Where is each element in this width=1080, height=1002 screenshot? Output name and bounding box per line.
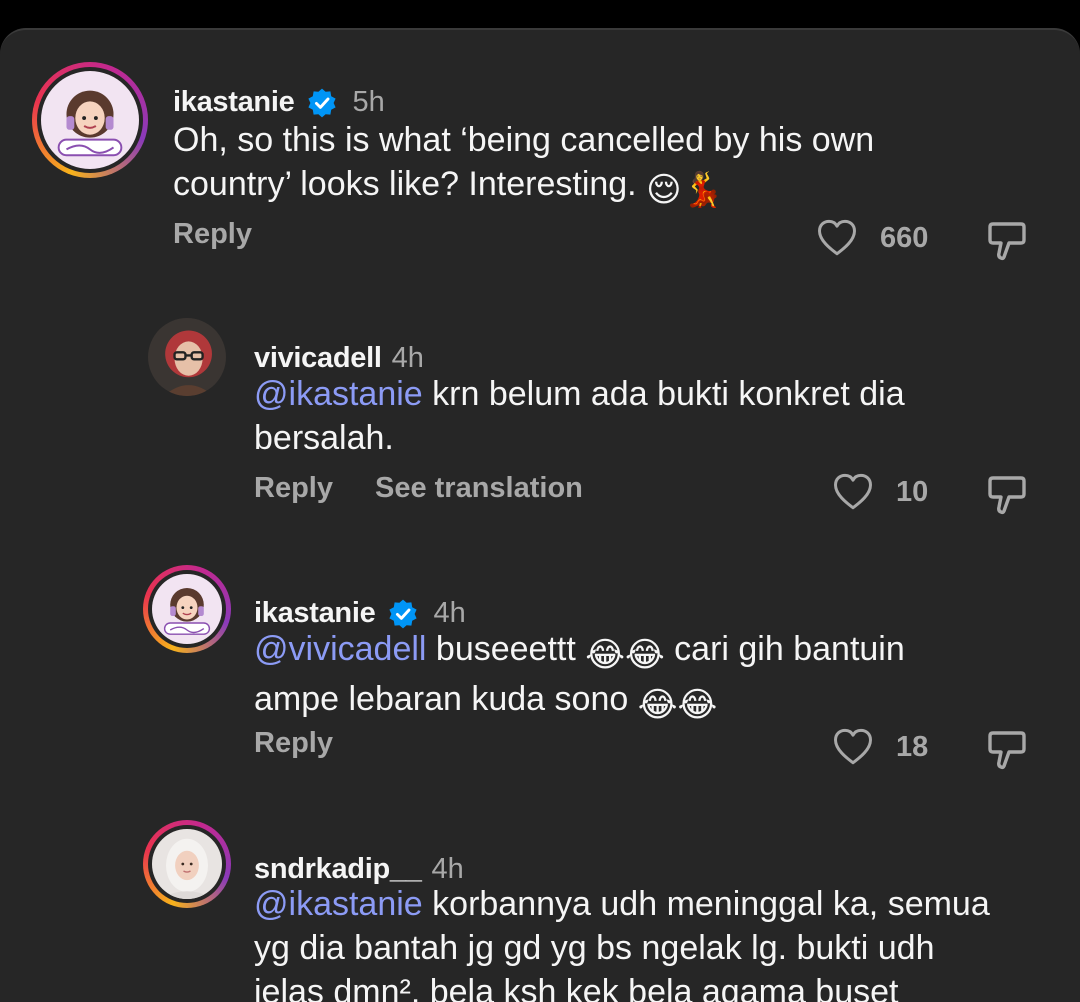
timestamp: 5h <box>352 86 385 118</box>
reply-button[interactable]: Reply <box>173 218 252 251</box>
comment-text: Oh, so this is what ‘being cancelled by … <box>173 118 973 212</box>
dislike-icon[interactable] <box>987 220 1027 262</box>
like-button[interactable]: 660 <box>816 218 928 258</box>
reply-button[interactable]: Reply <box>254 727 333 760</box>
comment-actions: Reply See translation <box>254 472 583 505</box>
heart-icon <box>818 219 856 256</box>
dislike-icon[interactable] <box>987 729 1027 771</box>
verified-badge-icon <box>308 88 337 117</box>
dancer-emoji: 💃 <box>681 171 724 209</box>
like-count: 18 <box>896 730 929 763</box>
comment-text-segment: buseeettt <box>426 630 586 668</box>
comments-sheet: ikastanie 5h Oh, so this is what ‘being … <box>0 28 1080 1002</box>
profile-photo <box>148 318 226 396</box>
like-count: 10 <box>896 475 929 508</box>
mention-link[interactable]: @ikastanie <box>254 885 423 923</box>
like-count: 660 <box>880 221 929 254</box>
avatar[interactable] <box>32 62 148 178</box>
laughing-tears-emoji: 😂 <box>637 686 678 724</box>
avatar[interactable] <box>143 565 231 653</box>
avatar[interactable] <box>143 820 231 908</box>
comment-text: @ikastanie krn belum ada bukti konkret d… <box>254 372 1054 460</box>
comment-text-line: @ikastanie korbannya udh meninggal ka, s… <box>254 882 1074 926</box>
comment-text-line: @vivicadell buseeettt 😂😂 cari gih bantui… <box>254 627 1054 677</box>
mention-link[interactable]: @vivicadell <box>254 630 426 668</box>
comment-text-line: jelas dmn². bela ksh kek bela agama buse… <box>254 973 899 1002</box>
like-button[interactable]: 10 <box>832 472 928 512</box>
timestamp: 4h <box>391 342 424 374</box>
comment-text-segment: korbannya udh meninggal ka, semua <box>422 885 990 923</box>
comment-text-line: @ikastanie krn belum ada bukti konkret d… <box>254 372 1054 416</box>
comment-text-segment: krn belum ada bukti konkret dia <box>422 375 905 413</box>
profile-photo <box>152 829 222 899</box>
comment-text-segment: cari gih bantuin <box>664 630 905 668</box>
laughing-tears-emoji: 😂 <box>624 636 665 674</box>
comment-text-line: yg dia bantah jg gd yg bs ngelak lg. buk… <box>254 929 935 967</box>
heart-icon <box>834 473 872 510</box>
username[interactable]: ikastanie <box>254 597 376 630</box>
comment-actions: Reply <box>254 727 333 760</box>
verified-badge-icon <box>389 599 418 628</box>
comment-actions: Reply <box>173 218 252 251</box>
cartoon-avatar-image <box>152 574 222 644</box>
comment-text-segment: ampe lebaran kuda sono <box>254 680 638 718</box>
dislike-icon[interactable] <box>987 474 1027 516</box>
username[interactable]: ikastanie <box>173 86 295 119</box>
laughing-tears-emoji: 😂 <box>677 686 718 724</box>
heart-icon <box>834 728 872 765</box>
like-button[interactable]: 18 <box>832 727 928 767</box>
cartoon-avatar-image <box>41 71 139 169</box>
comment-text-line: Oh, so this is what ‘being cancelled by … <box>173 121 875 159</box>
comment-text: @vivicadell buseeettt 😂😂 cari gih bantui… <box>254 627 1054 727</box>
mention-link[interactable]: @ikastanie <box>254 375 423 413</box>
comment-header: ikastanie 5h <box>173 86 385 119</box>
comment-text-line: ampe lebaran kuda sono 😂😂 <box>254 677 1054 727</box>
relieved-face-emoji: 😌 <box>646 171 682 209</box>
timestamp: 4h <box>433 597 466 629</box>
comment-text-segment: country’ looks like? Interesting. <box>173 165 637 203</box>
comment-header: vivicadell 4h <box>254 342 424 375</box>
comment-text-line: country’ looks like? Interesting. 😌💃 <box>173 162 973 212</box>
laughing-tears-emoji: 😂 <box>585 636 625 674</box>
comment-text: @ikastanie korbannya udh meninggal ka, s… <box>254 882 1074 1002</box>
comment-text-line: bersalah. <box>254 419 394 457</box>
comment-header: ikastanie 4h <box>254 597 466 630</box>
avatar[interactable] <box>148 318 226 396</box>
username[interactable]: vivicadell <box>254 342 382 375</box>
reply-button[interactable]: Reply <box>254 472 333 505</box>
see-translation-button[interactable]: See translation <box>375 472 583 505</box>
